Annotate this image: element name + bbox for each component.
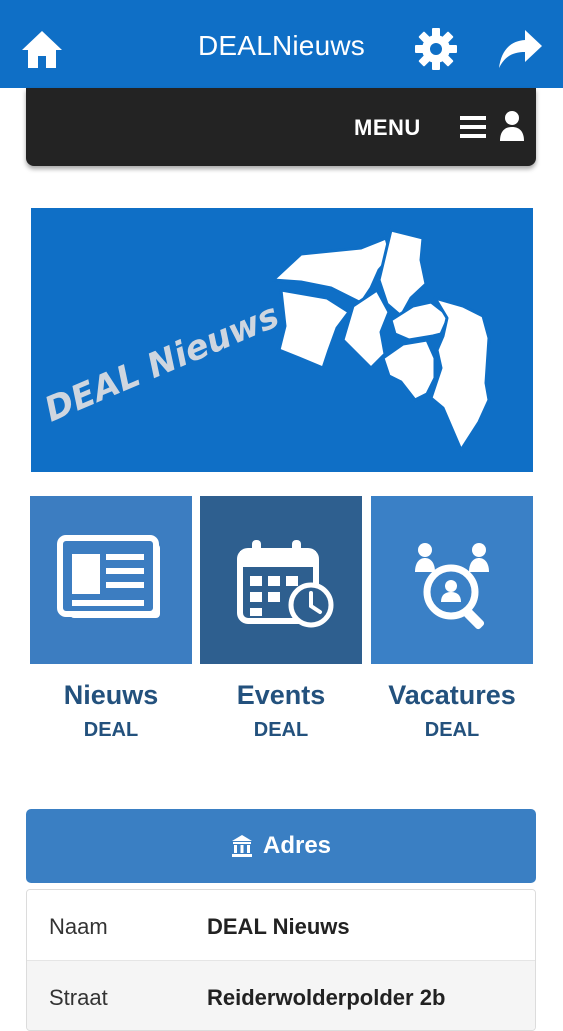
straat-label: Straat <box>49 985 108 1010</box>
top-app-bar: DEALNieuws <box>0 0 563 88</box>
nieuws-subtitle: DEAL <box>83 719 139 741</box>
naam-label: Naam <box>49 914 108 939</box>
user-icon[interactable] <box>498 110 526 142</box>
gear-icon[interactable] <box>414 27 458 71</box>
events-title[interactable]: Events <box>200 680 362 711</box>
hero-banner: DEAL Nieuws <box>31 208 533 472</box>
share-arrow-icon[interactable] <box>497 28 543 70</box>
table-row: Naam DEAL Nieuws <box>27 890 535 960</box>
newspaper-icon <box>57 535 160 618</box>
adres-header[interactable]: Adres <box>26 809 536 883</box>
nieuws-caption[interactable]: Nieuws DEAL <box>30 680 192 742</box>
vacatures-tile[interactable] <box>371 496 533 664</box>
events-subtitle: DEAL <box>253 719 309 741</box>
events-caption[interactable]: Events DEAL <box>200 680 362 742</box>
vacatures-caption[interactable]: Vacatures DEAL <box>371 680 533 742</box>
nieuws-title[interactable]: Nieuws <box>30 680 192 711</box>
menu-bar[interactable]: MENU <box>26 88 536 166</box>
events-tile[interactable] <box>200 496 362 664</box>
app-title: DEALNieuws <box>198 30 365 61</box>
hamburger-icon[interactable] <box>458 112 488 142</box>
naam-value: DEAL Nieuws <box>207 914 350 939</box>
menu-label[interactable]: MENU <box>354 115 421 141</box>
nieuws-tile[interactable] <box>30 496 192 664</box>
people-search-icon <box>415 543 489 630</box>
calendar-clock-icon <box>237 540 334 628</box>
map-illustration: DEAL Nieuws <box>39 228 491 452</box>
straat-value: Reiderwolderpolder 2b <box>207 985 446 1010</box>
adres-label: Adres <box>262 832 332 859</box>
banner-text: DEAL Nieuws <box>39 296 285 431</box>
bank-icon <box>231 835 252 857</box>
table-row: Straat Reiderwolderpolder 2b <box>27 960 535 1030</box>
vacatures-title[interactable]: Vacatures <box>371 680 533 711</box>
vacatures-subtitle: DEAL <box>424 719 480 741</box>
adres-table: Naam DEAL Nieuws Straat Reiderwolderpold… <box>26 889 536 1031</box>
